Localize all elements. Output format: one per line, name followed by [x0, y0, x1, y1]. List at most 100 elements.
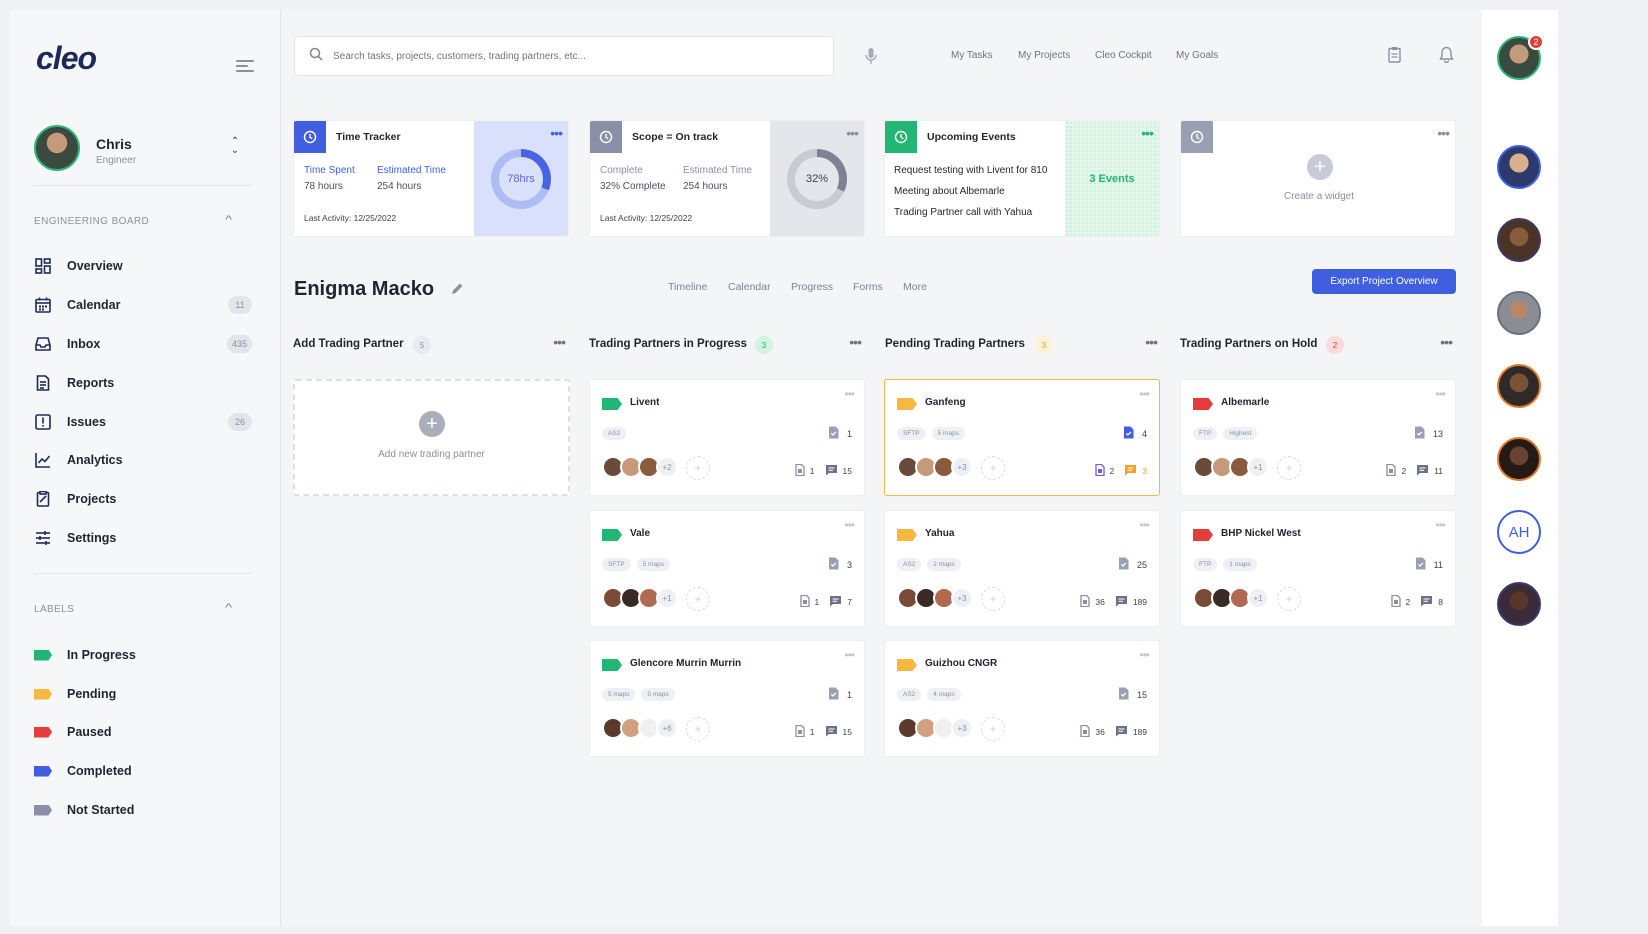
bell-icon[interactable] [1439, 46, 1454, 68]
time-tracker-widget[interactable]: Time Tracker Time Spent 78 hours Estimat… [293, 120, 569, 237]
event-item[interactable]: Trading Partner call with Yahua [894, 207, 1032, 218]
chevron-up-down-icon[interactable]: ⌃ ⌄ [229, 137, 241, 159]
more-assignees-count[interactable]: +3 [951, 717, 973, 739]
tab-progress[interactable]: Progress [791, 281, 833, 293]
add-trading-partner-card[interactable]: + Add new trading partner [293, 379, 570, 496]
comment-icon [1416, 464, 1429, 478]
create-widget-card[interactable]: ••• + Create a widget [1180, 120, 1456, 237]
file-count: 2 [1109, 466, 1115, 476]
more-icon[interactable]: ••• [1139, 387, 1150, 401]
nav-my-goals[interactable]: My Goals [1176, 50, 1218, 61]
tab-calendar[interactable]: Calendar [728, 281, 771, 293]
plus-icon[interactable]: + [1307, 154, 1333, 180]
trading-partner-card[interactable]: BHP Nickel West ••• FTP 1 maps 11 +1 + 2 … [1180, 510, 1456, 627]
trading-partner-card[interactable]: Glencore Murrin Murrin ••• 5 maps 5 maps … [589, 640, 865, 757]
more-icon[interactable]: ••• [1145, 334, 1158, 350]
upcoming-events-widget[interactable]: Upcoming Events Request testing with Liv… [884, 120, 1160, 237]
nav-cleo-cockpit[interactable]: Cleo Cockpit [1095, 50, 1152, 61]
trading-partner-card[interactable]: Albemarle ••• FTP Highest 13 +1 + 2 11 [1180, 379, 1456, 496]
add-assignee-icon[interactable]: + [981, 456, 1005, 480]
tab-more[interactable]: More [903, 281, 927, 293]
document-count: 3 [828, 557, 852, 572]
clipboard-icon[interactable] [1388, 46, 1401, 68]
more-icon[interactable]: ••• [1435, 518, 1446, 532]
tab-forms[interactable]: Forms [853, 281, 883, 293]
export-project-overview-button[interactable]: Export Project Overview [1312, 269, 1456, 294]
add-assignee-icon[interactable]: + [686, 456, 710, 480]
nav-my-projects[interactable]: My Projects [1018, 50, 1070, 61]
nav-my-tasks[interactable]: My Tasks [951, 50, 993, 61]
trading-partner-card[interactable]: Ganfeng ••• SFTP 5 maps 4 +3 + 2 3 [884, 379, 1160, 496]
sidebar-item-overview[interactable]: Overview [34, 253, 252, 279]
collaborator-avatar[interactable] [1497, 218, 1541, 262]
sidebar-item-settings[interactable]: Settings [34, 525, 252, 551]
sidebar-item-projects[interactable]: Projects [34, 486, 252, 512]
search-input[interactable] [333, 50, 813, 62]
add-assignee-icon[interactable]: + [686, 717, 710, 741]
more-icon[interactable]: ••• [1435, 387, 1446, 401]
more-icon[interactable]: ••• [550, 125, 563, 141]
microphone-icon[interactable] [865, 47, 877, 70]
label-not-started[interactable]: Not Started [34, 797, 252, 823]
more-assignees-count[interactable]: +2 [656, 456, 678, 478]
card-meta: 1 7 [799, 594, 852, 609]
pill-tag: 4 maps [927, 688, 961, 701]
label-in-progress[interactable]: In Progress [34, 642, 252, 668]
search-bar[interactable] [294, 36, 834, 76]
sidebar-item-inbox[interactable]: Inbox 435 [34, 331, 252, 357]
more-icon[interactable]: ••• [1141, 125, 1154, 141]
more-icon[interactable]: ••• [1440, 334, 1453, 350]
event-item[interactable]: Request testing with Livent for 810 [894, 165, 1047, 176]
more-icon[interactable]: ••• [844, 387, 855, 401]
document-count-value: 1 [846, 428, 852, 439]
more-icon[interactable]: ••• [1139, 648, 1150, 662]
more-icon[interactable]: ••• [849, 334, 862, 350]
add-assignee-icon[interactable]: + [1277, 587, 1301, 611]
more-assignees-count[interactable]: +1 [1247, 456, 1269, 478]
add-assignee-icon[interactable]: + [981, 717, 1005, 741]
sidebar-item-calendar[interactable]: Calendar 11 [34, 292, 252, 318]
trading-partner-card[interactable]: Vale ••• SFTP 5 maps 3 +1 + 1 7 [589, 510, 865, 627]
tab-timeline[interactable]: Timeline [668, 281, 707, 293]
sidebar-item-issues[interactable]: Issues 26 [34, 409, 252, 435]
chevron-up-icon[interactable]: ^ [225, 214, 232, 226]
add-assignee-icon[interactable]: + [1277, 456, 1301, 480]
more-icon[interactable]: ••• [1437, 125, 1450, 141]
assignee-avatars: +3 + [897, 587, 1005, 611]
label-paused[interactable]: Paused [34, 719, 252, 745]
more-icon[interactable]: ••• [1139, 518, 1150, 532]
more-assignees-count[interactable]: +1 [1247, 587, 1269, 609]
trading-partner-card[interactable]: Livent ••• AS2 1 +2 + 1 15 [589, 379, 865, 496]
collaborator-initials-avatar[interactable]: AH [1497, 510, 1541, 554]
trading-partner-card[interactable]: Yahua ••• AS2 2 maps 25 +3 + 36 189 [884, 510, 1160, 627]
scope-widget[interactable]: Scope = On track Complete 32% Complete E… [589, 120, 865, 237]
more-assignees-count[interactable]: +6 [656, 717, 678, 739]
comment-icon [825, 725, 838, 739]
more-assignees-count[interactable]: +3 [951, 456, 973, 478]
sidebar-item-analytics[interactable]: Analytics [34, 447, 252, 473]
pencil-icon[interactable] [450, 282, 464, 301]
more-assignees-count[interactable]: +1 [656, 587, 678, 609]
collaborator-avatar[interactable] [1497, 145, 1541, 189]
label-pending[interactable]: Pending [34, 681, 252, 707]
event-item[interactable]: Meeting about Albemarle [894, 186, 1005, 197]
add-assignee-icon[interactable]: + [981, 587, 1005, 611]
more-icon[interactable]: ••• [844, 518, 855, 532]
collapse-sidebar-icon[interactable] [236, 60, 254, 74]
collaborator-avatar[interactable] [1497, 364, 1541, 408]
more-icon[interactable]: ••• [844, 648, 855, 662]
sidebar-item-reports[interactable]: Reports [34, 370, 252, 396]
chevron-up-icon[interactable]: ^ [225, 602, 232, 614]
profile-switcher[interactable]: Chris Engineer ⌃ ⌄ [34, 125, 259, 175]
more-assignees-count[interactable]: +3 [951, 587, 973, 609]
add-assignee-icon[interactable]: + [686, 587, 710, 611]
label-completed[interactable]: Completed [34, 758, 252, 784]
collaborator-avatar[interactable] [1497, 582, 1541, 626]
collaborator-avatar[interactable] [1497, 291, 1541, 335]
notification-badge: 2 [1528, 34, 1544, 50]
trading-partner-card[interactable]: Guizhou CNGR ••• AS2 4 maps 15 +3 + 36 18… [884, 640, 1160, 757]
more-icon[interactable]: ••• [846, 125, 859, 141]
more-icon[interactable]: ••• [553, 334, 566, 350]
collaborator-avatar[interactable] [1497, 437, 1541, 481]
card-meta: 2 8 [1390, 594, 1443, 609]
